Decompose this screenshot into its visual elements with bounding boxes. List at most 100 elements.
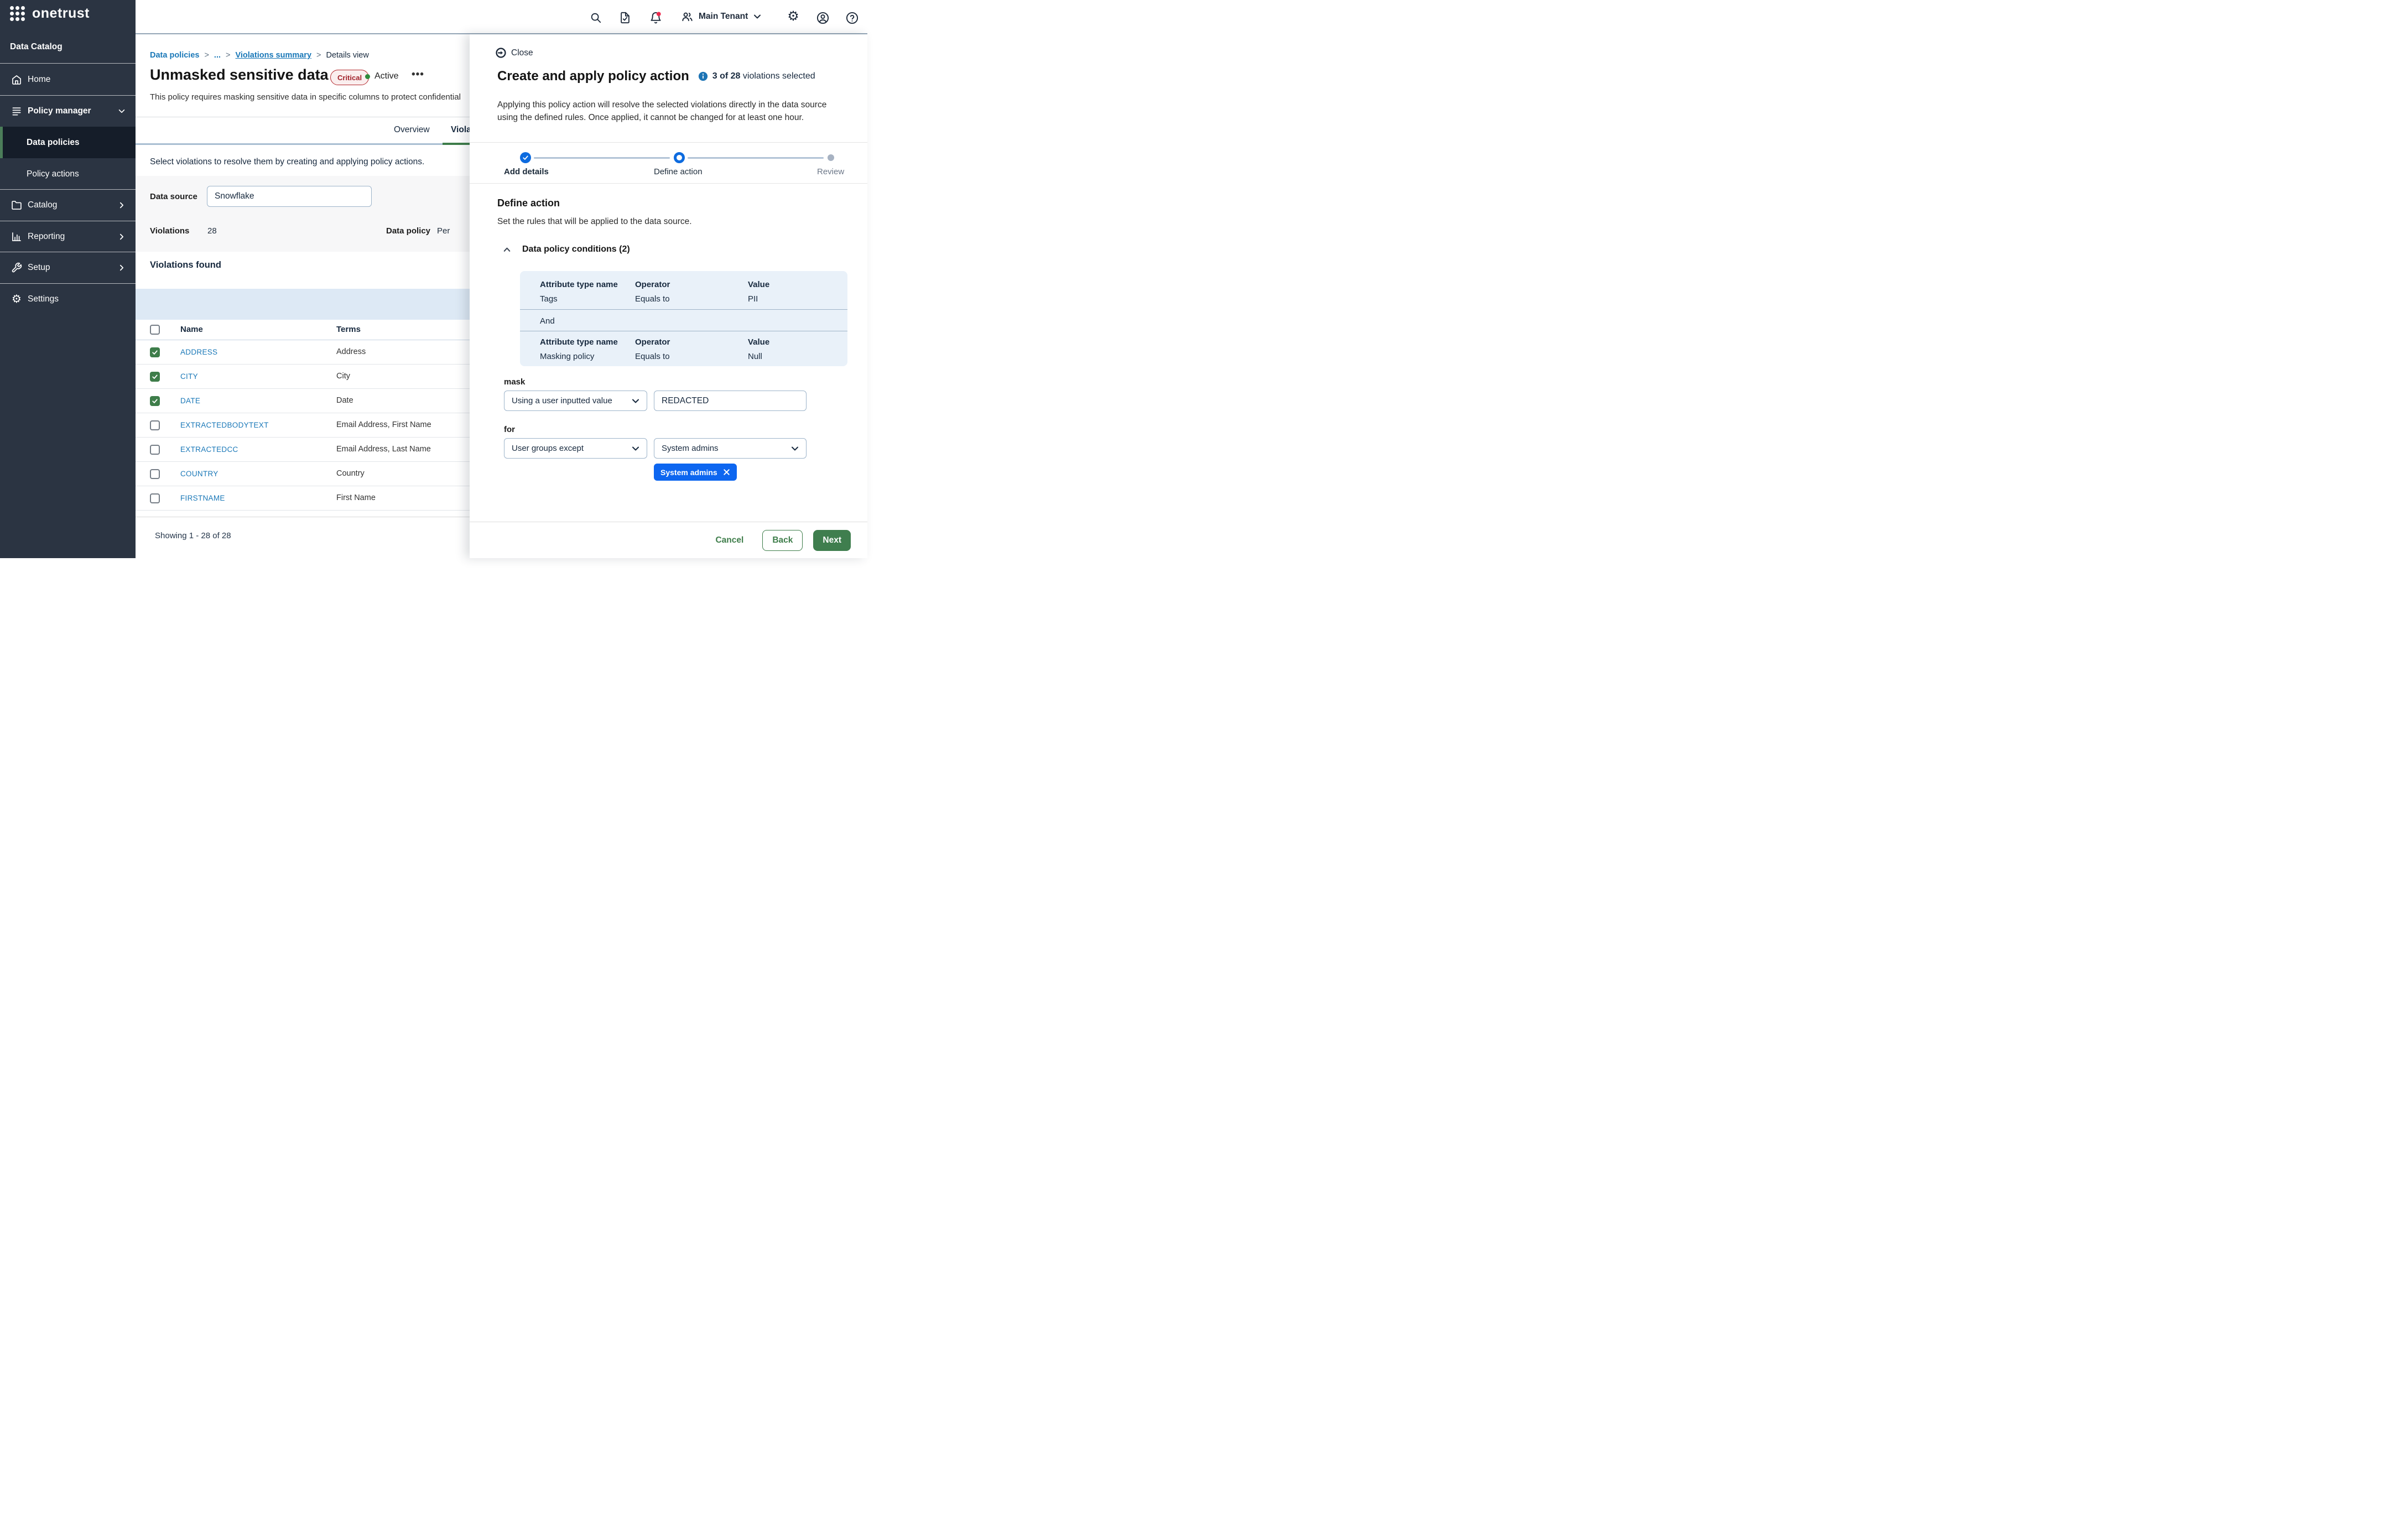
mask-method-dropdown[interactable]: Using a user inputted value — [504, 391, 647, 411]
info-icon — [698, 71, 708, 81]
violation-name-link[interactable]: FIRSTNAME — [180, 494, 225, 502]
define-action-heading: Define action — [497, 197, 560, 209]
chip-label: System admins — [660, 468, 717, 477]
product-name: Data Catalog — [10, 42, 63, 52]
selected-count-suffix: violations selected — [743, 71, 815, 81]
policy-manager-list-icon — [11, 106, 22, 117]
condition-col-value: Value — [748, 337, 769, 347]
notifications-bell-icon[interactable] — [649, 12, 662, 24]
close-arrow-circle-icon — [496, 48, 506, 58]
row-checkbox-checked[interactable] — [150, 347, 160, 357]
step-label-review: Review — [817, 167, 844, 176]
violation-name-link[interactable]: EXTRACTEDBODYTEXT — [180, 421, 269, 429]
onetrust-logo: onetrust — [10, 6, 90, 22]
conditions-card: Attribute type name Operator Value Tags … — [520, 271, 847, 366]
mask-value-input[interactable] — [654, 391, 807, 411]
violation-name-link[interactable]: CITY — [180, 372, 198, 381]
data-policy-value: Per — [437, 226, 450, 236]
top-bar: Main Tenant ⚙ — [136, 0, 867, 34]
tenant-chevron-down-icon — [753, 12, 762, 21]
row-checkbox-checked[interactable] — [150, 396, 160, 406]
help-icon[interactable] — [846, 12, 858, 24]
user-groups-dropdown[interactable]: User groups except — [504, 438, 647, 459]
chevron-down-icon — [631, 444, 640, 453]
sidebar-item-policy-actions[interactable]: Policy actions — [0, 158, 136, 190]
more-actions-menu[interactable]: ••• — [412, 69, 424, 81]
group-select-value: System admins — [662, 444, 719, 453]
step-complete-icon — [520, 152, 531, 163]
select-all-checkbox[interactable] — [150, 325, 160, 335]
define-action-subtitle: Set the rules that will be applied to th… — [497, 217, 692, 227]
remove-chip-x-icon[interactable] — [723, 469, 730, 476]
sidebar-item-policy-manager[interactable]: Policy manager — [0, 95, 136, 127]
violation-name-link[interactable]: EXTRACTEDCC — [180, 445, 238, 454]
chevron-down-icon — [118, 107, 126, 115]
next-button[interactable]: Next — [813, 530, 851, 551]
back-button[interactable]: Back — [762, 530, 803, 551]
logo-dots-icon — [10, 6, 25, 21]
breadcrumb-ellipsis[interactable]: ... — [214, 51, 221, 60]
active-status-dot — [365, 74, 370, 79]
sidebar-item-data-policies[interactable]: Data policies — [0, 127, 136, 158]
violation-terms: Address — [336, 347, 366, 356]
sidebar: onetrust Data Catalog Home Policy manage… — [0, 0, 136, 558]
group-select-dropdown[interactable]: System admins — [654, 438, 807, 459]
condition-col-operator: Operator — [635, 280, 670, 289]
sidebar-item-label: Home — [28, 75, 50, 85]
tab-overview[interactable]: Overview — [394, 125, 430, 135]
status-badge: Active — [365, 71, 399, 81]
sidebar-item-label: Setup — [28, 263, 50, 273]
violations-instruction: Select violations to resolve them by cre… — [150, 157, 424, 167]
row-checkbox-checked[interactable] — [150, 372, 160, 382]
row-checkbox-unchecked[interactable] — [150, 493, 160, 503]
violations-count-label: Violations — [150, 226, 189, 236]
cancel-button[interactable]: Cancel — [712, 535, 747, 546]
sidebar-item-reporting[interactable]: Reporting — [0, 221, 136, 252]
condition-joiner: And — [540, 316, 555, 326]
pagination-status: Showing 1 - 28 of 28 — [155, 531, 231, 540]
chevron-right-icon — [118, 201, 126, 209]
conditions-title: Data policy conditions (2) — [522, 244, 630, 254]
sidebar-item-settings[interactable]: ⚙ Settings — [0, 283, 136, 315]
condition-col-value: Value — [748, 280, 769, 289]
condition-value: PII — [748, 294, 758, 304]
account-icon[interactable] — [816, 12, 829, 24]
chevron-up-icon — [502, 245, 512, 254]
data-source-label: Data source — [150, 192, 197, 201]
conditions-collapse-toggle[interactable]: Data policy conditions (2) — [502, 244, 630, 254]
sidebar-item-label: Policy manager — [28, 106, 91, 116]
global-settings-gear-icon[interactable]: ⚙ — [787, 11, 799, 23]
selected-group-chip[interactable]: System admins — [654, 464, 737, 481]
breadcrumb-violations-summary[interactable]: Violations summary — [235, 51, 311, 60]
violation-name-link[interactable]: DATE — [180, 397, 200, 405]
tenant-switcher[interactable]: Main Tenant — [681, 0, 762, 33]
page-title: Unmasked sensitive data — [150, 66, 329, 84]
sidebar-item-label: Reporting — [28, 232, 65, 242]
data-source-input[interactable] — [207, 186, 372, 207]
violation-name-link[interactable]: ADDRESS — [180, 348, 217, 356]
close-panel-button[interactable]: Close — [496, 48, 533, 58]
condition-col-attribute: Attribute type name — [540, 280, 618, 289]
sidebar-item-setup[interactable]: Setup — [0, 252, 136, 283]
row-checkbox-unchecked[interactable] — [150, 420, 160, 430]
document-check-icon[interactable] — [619, 12, 631, 24]
row-checkbox-unchecked[interactable] — [150, 469, 160, 479]
violation-name-link[interactable]: COUNTRY — [180, 470, 219, 478]
stepper-connector — [534, 157, 670, 159]
search-icon[interactable] — [590, 12, 602, 24]
step-label-add-details: Add details — [504, 167, 549, 176]
breadcrumb-separator: > — [226, 51, 230, 60]
chevron-right-icon — [118, 264, 126, 272]
sidebar-item-home[interactable]: Home — [0, 64, 136, 95]
close-label: Close — [511, 48, 533, 58]
bar-chart-icon — [11, 231, 22, 242]
breadcrumb-separator: > — [204, 51, 209, 60]
stepper-connector — [688, 157, 824, 159]
panel-title: Create and apply policy action — [497, 69, 689, 84]
condition-operator: Equals to — [635, 294, 670, 304]
severity-badge: Critical — [330, 70, 369, 85]
row-checkbox-unchecked[interactable] — [150, 445, 160, 455]
sidebar-item-catalog[interactable]: Catalog — [0, 189, 136, 221]
panel-description: Applying this policy action will resolve… — [497, 98, 846, 124]
breadcrumb-data-policies[interactable]: Data policies — [150, 51, 199, 60]
